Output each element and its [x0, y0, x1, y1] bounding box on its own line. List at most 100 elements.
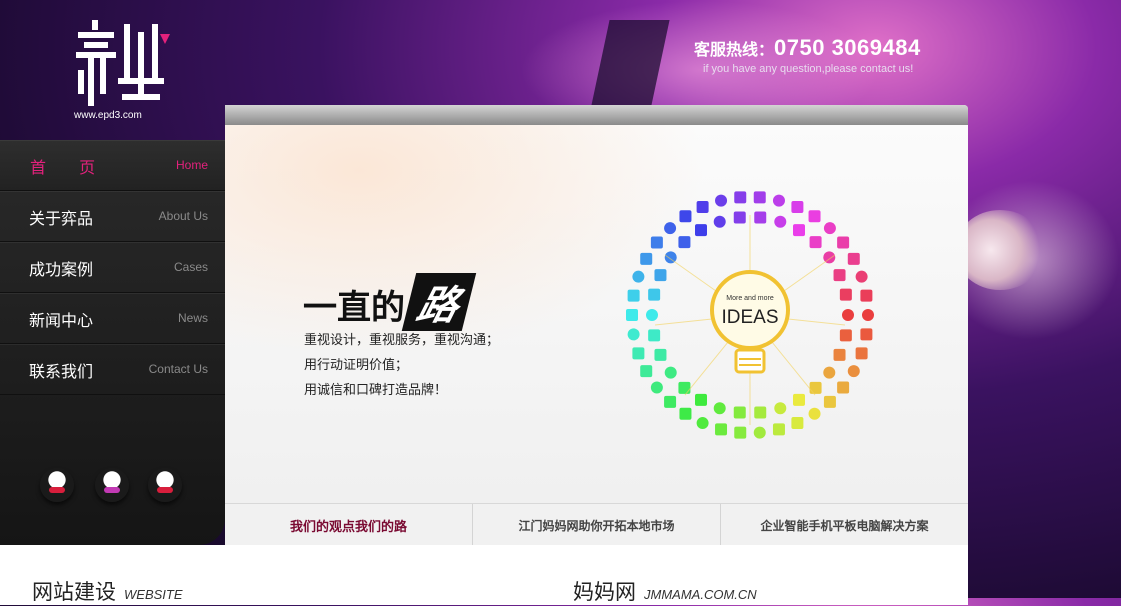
- ring-icon: [837, 381, 850, 394]
- sidebar: 首 页 Home 关于弈品 About Us 成功案例 Cases 新闻中心 N…: [0, 140, 225, 545]
- ring-icon: [860, 328, 873, 341]
- content-area: 网站建设 WEBSITE 妈妈网 JMMAMA.COM.CN: [0, 545, 968, 605]
- ring-icon: [839, 329, 852, 342]
- nav-item-contact[interactable]: 联系我们 Contact Us: [0, 344, 225, 395]
- nav-label-cn: 关于弈品: [29, 209, 94, 228]
- ring-icon: [648, 288, 661, 301]
- site-url: www.epd3.com: [74, 110, 142, 121]
- qq-penguin-icon[interactable]: [148, 468, 182, 502]
- ring-icon: [753, 426, 766, 439]
- nav-label-en: Contact Us: [148, 362, 208, 376]
- ideas-big-text: IDEAS: [721, 307, 778, 328]
- ring-icon: [646, 309, 658, 321]
- ring-icon: [772, 423, 785, 436]
- ring-icon: [640, 365, 653, 378]
- ring-icon: [664, 395, 677, 408]
- section-subtitle: JMMAMA.COM.CN: [644, 587, 757, 602]
- ring-icon: [679, 407, 692, 420]
- hotline-label: 客服热线：: [694, 42, 775, 59]
- ring-icon: [842, 309, 854, 321]
- hotline-number: 0750 3069484: [774, 35, 921, 60]
- ring-icon: [715, 423, 728, 436]
- ring-icon: [772, 194, 785, 207]
- hotline: 客服热线：0750 3069484: [694, 35, 921, 61]
- hero-banner: 一直的路 重视设计，重视服务，重视沟通； 用行动证明价值； 用诚信和口碑打造品牌…: [225, 125, 968, 503]
- ring-icon: [808, 407, 821, 420]
- ring-icon: [823, 222, 836, 235]
- nav-label-en: Cases: [173, 260, 208, 274]
- ring-icon: [860, 289, 873, 302]
- ring-icon: [640, 252, 653, 265]
- ring-icon: [833, 348, 846, 361]
- ring-icon: [715, 194, 728, 207]
- ring-icon: [696, 417, 709, 430]
- ring-icon: [654, 269, 667, 282]
- ring-icon: [632, 347, 645, 360]
- tab-bar: 我们的观点我们的路 江门妈妈网助你开拓本地市场 企业智能手机平板电脑解决方案: [225, 503, 968, 547]
- ring-icon: [839, 288, 852, 301]
- ring-icon: [823, 395, 836, 408]
- panel-top-bar: [225, 105, 968, 125]
- ring-icon: [809, 236, 822, 249]
- hero-line: 用诚信和口碑打造品牌！: [304, 383, 448, 398]
- ideas-small-text: More and more: [726, 295, 774, 302]
- ring-icon: [627, 289, 640, 302]
- ring-icon: [664, 222, 677, 235]
- tab-jmmama[interactable]: 江门妈妈网助你开拓本地市场: [473, 504, 721, 546]
- slogan-text: 一直的: [303, 288, 405, 328]
- ring-icon: [713, 215, 726, 228]
- section-website: 网站建设 WEBSITE: [32, 576, 183, 606]
- ring-icon: [664, 366, 677, 379]
- tab-our-view[interactable]: 我们的观点我们的路: [225, 504, 473, 546]
- qq-penguin-icon[interactable]: [95, 468, 129, 502]
- ring-icon: [791, 200, 804, 213]
- ring-icon: [855, 347, 868, 360]
- ring-icon: [678, 236, 691, 249]
- hotline-subtext: if you have any question,please contact …: [703, 63, 914, 75]
- ring-icon: [754, 211, 767, 224]
- nav-item-news[interactable]: 新闻中心 News: [0, 293, 225, 344]
- nav-label-cn: 成功案例: [29, 260, 94, 279]
- nav-label-en: About Us: [158, 209, 208, 223]
- ring-icon: [862, 309, 874, 321]
- ring-icon: [753, 191, 766, 204]
- ring-icon: [695, 224, 707, 237]
- section-subtitle: WEBSITE: [124, 587, 183, 602]
- ring-icon: [808, 210, 821, 223]
- section-title: 妈妈网: [573, 580, 636, 604]
- ring-icon: [679, 210, 692, 223]
- tab-mobile-solution[interactable]: 企业智能手机平板电脑解决方案: [721, 504, 968, 546]
- nav-item-about[interactable]: 关于弈品 About Us: [0, 191, 225, 242]
- nav-label-cn: 联系我们: [29, 362, 94, 381]
- hero-line: 重视设计，重视服务，重视沟通；: [304, 333, 500, 348]
- ideas-bulb-graphic: More and more IDEAS: [626, 191, 874, 439]
- nav-label-cn: 首 页: [30, 158, 110, 177]
- ring-icon: [627, 328, 640, 341]
- ring-icon: [650, 381, 663, 394]
- nav-item-cases[interactable]: 成功案例 Cases: [0, 242, 225, 293]
- ring-icon: [733, 406, 746, 419]
- nav-item-home[interactable]: 首 页 Home: [0, 140, 225, 191]
- ring-icon: [648, 329, 661, 342]
- section-jmmama: 妈妈网 JMMAMA.COM.CN: [573, 576, 757, 606]
- ring-icon: [793, 224, 805, 237]
- hero-slogan: 一直的路: [303, 273, 477, 331]
- ring-icon: [791, 417, 804, 430]
- logo-mark-icon: [76, 20, 170, 106]
- nav-label-en: Home: [175, 158, 208, 172]
- ring-icon: [733, 211, 746, 224]
- ring-icon: [837, 236, 850, 249]
- ring-icon: [754, 406, 767, 419]
- slogan-highlight: 路: [401, 273, 477, 331]
- ring-icon: [833, 269, 846, 282]
- ring-icon: [793, 393, 805, 406]
- ring-icon: [823, 366, 836, 379]
- ring-icon: [650, 236, 663, 249]
- ring-icon: [855, 270, 868, 283]
- ring-icon: [774, 215, 787, 228]
- ring-icon: [632, 270, 645, 283]
- qq-penguin-icon[interactable]: [40, 468, 74, 502]
- ring-icon: [774, 402, 787, 415]
- ring-icon: [695, 393, 707, 406]
- nav-label-en: News: [177, 311, 208, 325]
